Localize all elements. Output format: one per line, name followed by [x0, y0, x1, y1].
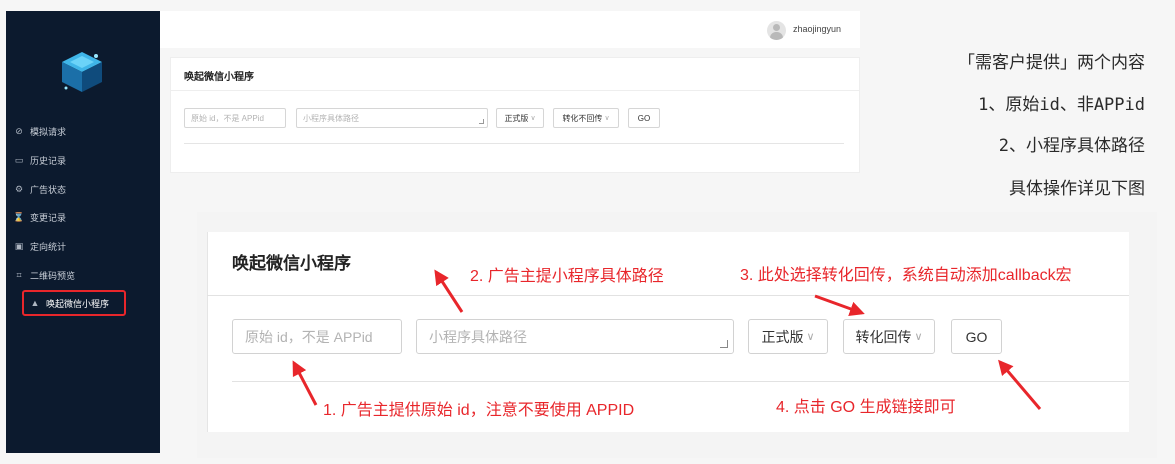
zoomed-conversion-select[interactable]: 转化回传 ∨ — [843, 319, 935, 354]
sidebar-item-label: 广告状态 — [30, 184, 67, 195]
divider — [184, 143, 844, 144]
zoomed-path-textarea[interactable]: 小程序具体路径 — [416, 319, 734, 354]
version-select-value: 正式版 — [504, 113, 529, 123]
zoomed-original-id-input[interactable]: 原始 id，不是 APPid — [232, 319, 402, 354]
triangle-icon: ▲ — [30, 298, 40, 308]
resize-handle[interactable] — [720, 340, 728, 348]
sidebar-item-label: 变更记录 — [30, 212, 67, 223]
version-select-value: 正式版 — [761, 328, 804, 345]
go-button[interactable]: GO — [628, 108, 660, 128]
note-line-4: 具体操作详见下图 — [1009, 179, 1145, 199]
annotation-step-2: 2. 广告主提小程序具体路径 — [470, 268, 664, 285]
username[interactable]: zhaojingyun — [793, 24, 841, 34]
resize-handle[interactable] — [479, 119, 484, 124]
note-line-1: 「需客户提供」两个内容 — [958, 53, 1145, 73]
sidebar-item-mock-request[interactable]: ⊘ 模拟请求 — [14, 121, 144, 141]
sidebar-item-change-log[interactable]: ⌛ 变更记录 — [13, 207, 144, 227]
qrcode-icon: ⌗ — [16, 269, 22, 280]
sidebar-item-qrcode-preview[interactable]: ⌗ 二维码预览 — [14, 265, 144, 285]
calendar-icon: ▭ — [14, 154, 24, 165]
zoomed-go-button[interactable]: GO — [951, 319, 1002, 354]
chevron-down-icon: ∨ — [530, 115, 536, 122]
divider — [207, 295, 1129, 296]
annotation-step-4: 4. 点击 GO 生成链接即可 — [776, 399, 956, 416]
link-icon: ⊘ — [15, 125, 23, 136]
annotation-step-3: 3. 此处选择转化回传，系统自动添加callback宏 — [740, 267, 1072, 284]
gear-icon: ⚙ — [14, 183, 24, 194]
sidebar-item-ad-status[interactable]: ⚙ 广告状态 — [14, 179, 144, 199]
go-button-label: GO — [965, 328, 988, 345]
go-button-label: GO — [637, 113, 651, 123]
sidebar-item-label: 唤起微信小程序 — [46, 298, 110, 309]
top-bar — [160, 11, 860, 48]
original-id-input[interactable]: 原始 id，不是 APPid — [184, 108, 286, 128]
path-textarea[interactable]: 小程序具体路径 — [296, 108, 488, 128]
avatar[interactable] — [767, 21, 786, 40]
sidebar-item-label: 二维码预览 — [30, 270, 76, 281]
path-placeholder: 小程序具体路径 — [303, 113, 359, 123]
sidebar-item-wechat-miniprogram[interactable]: ▲ 唤起微信小程序 — [22, 290, 126, 316]
original-id-placeholder: 原始 id，不是 APPid — [245, 328, 373, 345]
zoomed-card-title: 唤起微信小程序 — [232, 254, 351, 273]
card-title: 唤起微信小程序 — [184, 72, 254, 83]
note-line-3: 2、小程序具体路径 — [998, 136, 1145, 156]
zoomed-version-select[interactable]: 正式版 ∨ — [748, 319, 828, 354]
note-line-2: 1、原始id、非APPid — [978, 95, 1145, 115]
sidebar-item-label: 定向统计 — [30, 241, 67, 252]
sidebar-item-label: 历史记录 — [30, 155, 67, 166]
chart-icon: ▣ — [14, 240, 24, 251]
chevron-down-icon: ∨ — [806, 331, 815, 343]
conversion-select-value: 转化不回传 — [562, 113, 603, 123]
version-select[interactable]: 正式版 ∨ — [496, 108, 544, 128]
conversion-select-value: 转化回传 — [855, 328, 912, 345]
divider — [170, 90, 860, 91]
path-placeholder: 小程序具体路径 — [429, 328, 527, 345]
chevron-down-icon: ∨ — [914, 331, 923, 343]
logo-cube-icon — [62, 52, 102, 92]
sidebar-item-label: 模拟请求 — [30, 126, 67, 137]
conversion-select[interactable]: 转化不回传 ∨ — [553, 108, 619, 128]
hourglass-icon: ⌛ — [13, 211, 25, 222]
sidebar-item-targeting-stats[interactable]: ▣ 定向统计 — [14, 236, 144, 256]
chevron-down-icon: ∨ — [604, 115, 610, 122]
annotation-step-1: 1. 广告主提供原始 id，注意不要使用 APPID — [323, 402, 635, 419]
original-id-placeholder: 原始 id，不是 APPid — [191, 113, 264, 123]
sidebar-item-history[interactable]: ▭ 历史记录 — [14, 150, 144, 170]
divider — [232, 381, 1129, 382]
